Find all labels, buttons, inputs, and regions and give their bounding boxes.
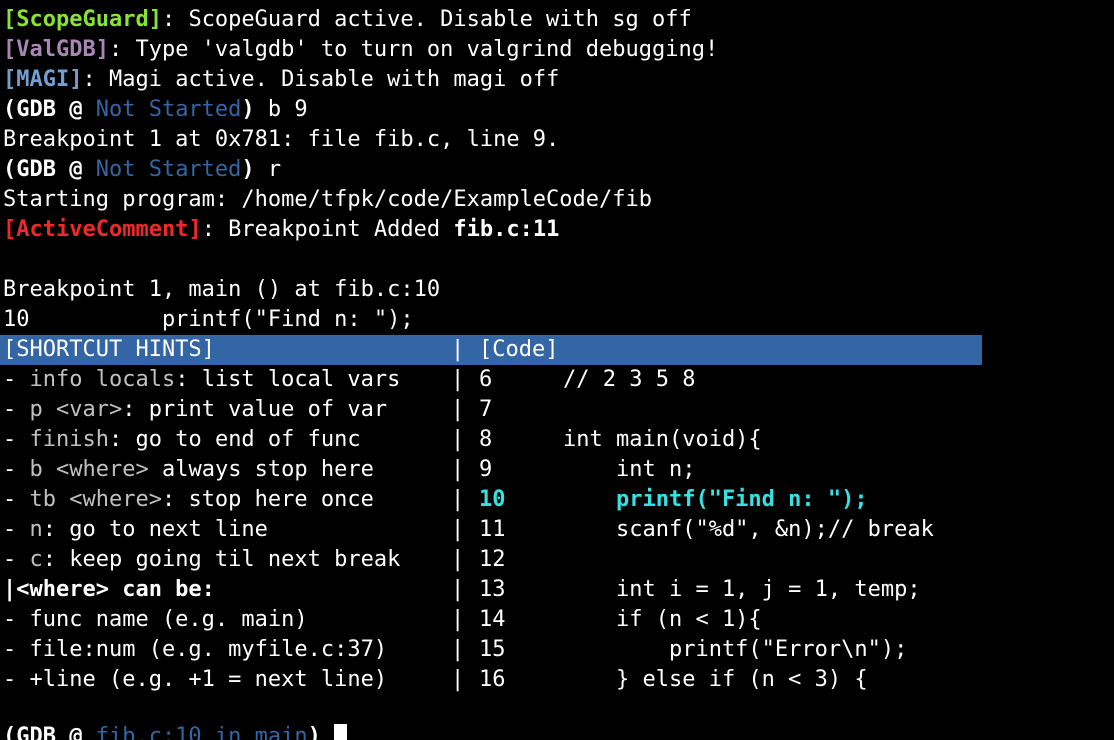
breakpoint-hit-message: Breakpoint 1, main () at fib.c:10	[3, 277, 441, 302]
hint-item: - n: go to next line	[3, 517, 268, 542]
hint-item: - finish: go to end of func	[3, 427, 361, 452]
line-number: 14	[479, 607, 506, 632]
line-number: 7	[479, 397, 493, 422]
log-activecomment: [ActiveComment]: Breakpoint Added fib.c:…	[3, 217, 560, 242]
current-code-line: printf("Find n: ");	[563, 487, 868, 512]
code-header: [Code]	[479, 337, 559, 362]
panel-separator: |	[451, 337, 465, 362]
line-number: 15	[479, 637, 506, 662]
code-line: if (n < 1){	[563, 607, 762, 632]
code-line: int main(void){	[563, 427, 762, 452]
hint-item: - info locals: list local vars	[3, 367, 401, 392]
hint-item: - b <where> always stop here	[3, 457, 374, 482]
hint-item: - tb <where>: stop here once	[3, 487, 374, 512]
line-number: 6	[479, 367, 493, 392]
hint-item: - file:num (e.g. myfile.c:37)	[3, 637, 388, 662]
hint-item: - +line (e.g. +1 = next line)	[3, 667, 388, 692]
gdb-prompt-current[interactable]: (GDB @ fib.c:10 in main)	[3, 722, 348, 740]
line-number: 11	[479, 517, 506, 542]
code-line: // 2 3 5 8	[563, 367, 696, 392]
log-valgdb: [ValGDB]: Type 'valgdb' to turn on valgr…	[3, 37, 719, 62]
line-number: 13	[479, 577, 506, 602]
current-line-number: 10	[479, 487, 506, 512]
code-line: } else if (n < 3) {	[563, 667, 868, 692]
hint-item: - func name (e.g. main)	[3, 607, 308, 632]
current-source-line: 10 printf("Find n: ");	[3, 307, 414, 332]
hint-heading: |<where> can be:	[3, 577, 215, 602]
breakpoint-set-message: Breakpoint 1 at 0x781: file fib.c, line …	[3, 127, 560, 152]
hint-item: - p <var>: print value of var	[3, 397, 388, 422]
code-line: scanf("%d", &n);// break	[563, 517, 934, 542]
log-scopeguard: [ScopeGuard]: ScopeGuard active. Disable…	[3, 7, 692, 32]
gdb-prompt-1: (GDB @ Not Started) b 9	[3, 97, 308, 122]
text-cursor[interactable]	[334, 724, 348, 740]
shortcut-hints-header: [SHORTCUT HINTS]	[3, 337, 215, 362]
terminal-window[interactable]: [ScopeGuard]: ScopeGuard active. Disable…	[0, 0, 1114, 740]
hint-item: - c: keep going til next break	[3, 547, 401, 572]
log-magi: [MAGI]: Magi active. Disable with magi o…	[3, 67, 560, 92]
code-line: int n;	[563, 457, 696, 482]
line-number: 12	[479, 547, 506, 572]
line-number: 8	[479, 427, 493, 452]
starting-program-message: Starting program: /home/tfpk/code/Exampl…	[3, 187, 653, 212]
gdb-prompt-2: (GDB @ Not Started) r	[3, 157, 282, 182]
code-line: int i = 1, j = 1, temp;	[563, 577, 921, 602]
code-line: printf("Error\n");	[563, 637, 908, 662]
line-number: 16	[479, 667, 506, 692]
line-number: 9	[479, 457, 493, 482]
